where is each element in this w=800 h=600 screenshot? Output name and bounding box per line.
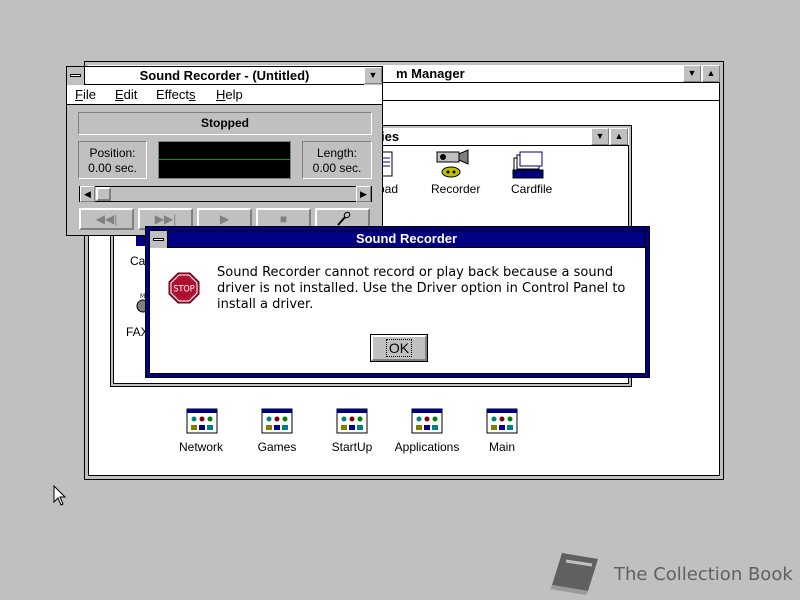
fast-forward-icon: ▶▶|	[154, 212, 177, 226]
dialog-system-menu-box[interactable]	[150, 231, 168, 248]
position-panel: Position: 0.00 sec.	[78, 141, 147, 179]
minimize-button[interactable]: ▼	[683, 65, 701, 82]
app-label-calendar: Ca	[130, 254, 146, 268]
group-label-main: Main	[488, 440, 515, 454]
program-group-icon	[261, 408, 293, 434]
app-label-cardfile: Cardfile	[511, 182, 553, 196]
error-dialog: Sound Recorder STOP Sound Recorder canno…	[145, 226, 650, 378]
sound-recorder-titlebar[interactable]: Sound Recorder - (Untitled)	[85, 67, 364, 85]
watermark-text: The Collection Book	[614, 564, 793, 585]
minimize-button[interactable]: ▼	[591, 128, 609, 145]
minimize-button[interactable]: ▼	[364, 67, 382, 84]
cardfile-icon	[512, 151, 544, 179]
rewind-button[interactable]: ◀◀|	[79, 208, 134, 230]
scroll-left-button[interactable]: ◀	[80, 186, 95, 202]
sound-recorder-icon	[436, 149, 469, 178]
play-icon: ▶	[219, 212, 230, 226]
dialog-titlebar[interactable]: Sound Recorder	[168, 231, 645, 248]
program-group-icon	[486, 408, 518, 434]
ok-label: OK	[385, 339, 413, 357]
waveform-display	[158, 141, 291, 179]
length-panel: Length: 0.00 sec.	[302, 141, 372, 179]
position-value: 0.00 sec.	[88, 161, 137, 175]
maximize-button[interactable]: ▲	[610, 128, 628, 145]
accessories-title: ies	[381, 129, 400, 144]
program-group-icon	[336, 408, 368, 434]
group-label-games: Games	[257, 440, 297, 454]
menu-help[interactable]: Help	[216, 87, 243, 102]
stop-sign-text: STOP	[173, 285, 194, 295]
stop-sign-icon: STOP	[168, 272, 200, 304]
group-label-startup: StartUp	[331, 440, 373, 454]
group-label-network: Network	[178, 440, 223, 454]
system-menu-box[interactable]	[67, 67, 85, 85]
desktop: { "program_manager": { "title_fragment":…	[0, 0, 800, 600]
waveform-line	[159, 159, 290, 160]
scroll-right-button[interactable]: ▶	[356, 186, 371, 202]
group-label-applications: Applications	[394, 440, 460, 454]
length-label: Length:	[316, 146, 358, 160]
microphone-icon	[336, 211, 350, 226]
rewind-icon: ◀◀|	[95, 212, 118, 226]
program-manager-title: m Manager	[396, 66, 465, 81]
dialog-message: Sound Recorder cannot record or play bac…	[217, 265, 626, 312]
program-group-icon	[411, 408, 443, 434]
mouse-cursor-icon	[53, 485, 67, 506]
length-value: 0.00 sec.	[312, 161, 362, 175]
status-text: Stopped	[201, 116, 249, 130]
stop-icon: ■	[279, 212, 288, 226]
maximize-button[interactable]: ▲	[702, 65, 720, 82]
scroll-thumb[interactable]	[96, 187, 111, 201]
sound-recorder-menubar: File Edit Effects Help	[67, 85, 382, 105]
ok-button[interactable]: OK	[370, 334, 428, 362]
position-scrollbar[interactable]: ◀ ▶	[79, 186, 372, 202]
dialog-title: Sound Recorder	[355, 231, 458, 246]
sound-recorder-title: Sound Recorder - (Untitled)	[139, 68, 310, 83]
book-logo-icon	[550, 553, 598, 595]
app-label-sound-recorder: Recorder	[431, 182, 481, 196]
status-panel: Stopped	[78, 112, 372, 135]
menu-effects[interactable]: Effects	[156, 87, 196, 102]
position-label: Position:	[89, 146, 136, 160]
menu-file[interactable]: File	[75, 87, 96, 102]
menu-edit[interactable]: Edit	[115, 87, 137, 102]
program-group-icon	[186, 408, 218, 434]
sound-recorder-window: Sound Recorder - (Untitled) ▼ File Edit …	[66, 66, 383, 236]
